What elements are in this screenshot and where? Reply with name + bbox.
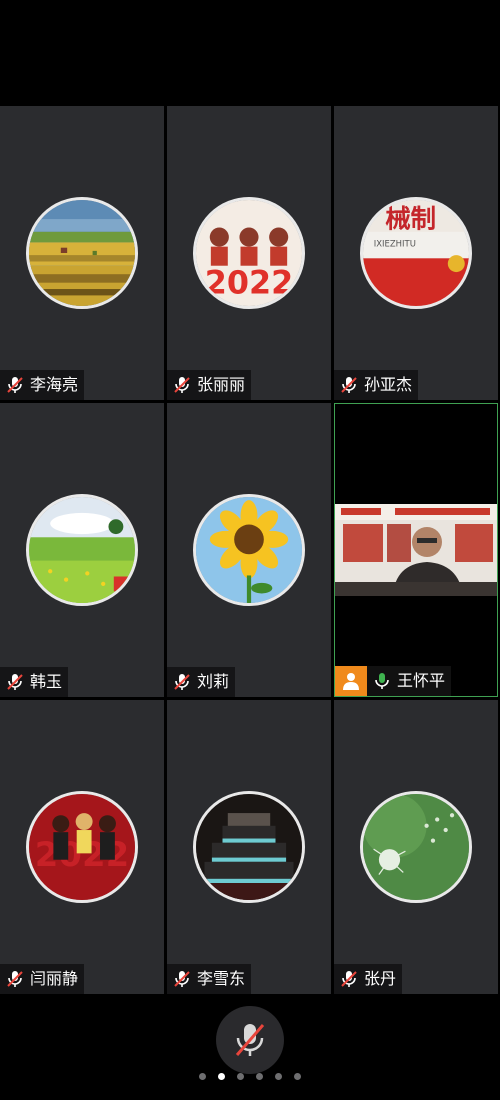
mic-muted-icon bbox=[341, 377, 357, 393]
participant-tile[interactable]: 刘莉 bbox=[167, 403, 331, 697]
participant-tile[interactable]: 韩玉 bbox=[0, 403, 164, 697]
participant-name: 张丽丽 bbox=[197, 375, 246, 394]
participant-namebar: 闫丽静 bbox=[0, 964, 85, 994]
mic-muted-icon bbox=[235, 1024, 265, 1056]
avatar-banner-text: 械制 bbox=[385, 204, 436, 234]
page-dot-current[interactable] bbox=[218, 1072, 225, 1080]
participant-tile[interactable]: 2022 张丽丽 bbox=[167, 106, 331, 400]
participant-tile[interactable]: 张丹 bbox=[334, 700, 498, 994]
participant-name: 韩玉 bbox=[30, 672, 63, 691]
avatar bbox=[26, 494, 138, 606]
participant-namebar: 孙亚杰 bbox=[334, 370, 419, 400]
avatar: 2022 bbox=[193, 197, 305, 309]
avatar-text-2022: 2022 bbox=[205, 264, 294, 301]
avatar bbox=[26, 197, 138, 309]
participant-name: 李海亮 bbox=[30, 375, 79, 394]
participant-namebar: 李海亮 bbox=[0, 370, 85, 400]
video-frame-image bbox=[335, 504, 497, 596]
avatar bbox=[193, 791, 305, 903]
participant-namebar: 王怀平 bbox=[367, 666, 452, 696]
mic-muted-icon bbox=[341, 971, 357, 987]
participant-tile[interactable]: 李雪东 bbox=[167, 700, 331, 994]
field-painting-image bbox=[29, 200, 135, 306]
page-dot[interactable] bbox=[237, 1072, 244, 1080]
user-icon bbox=[335, 666, 367, 696]
participant-name: 张丹 bbox=[364, 969, 397, 988]
mute-toggle-button[interactable] bbox=[216, 1006, 284, 1074]
participant-namebar: 张丹 bbox=[334, 964, 403, 994]
participant-name: 闫丽静 bbox=[30, 969, 79, 988]
mic-muted-icon bbox=[7, 377, 23, 393]
cartoon-2022-red-image: 2022 bbox=[29, 794, 135, 900]
participant-name: 王怀平 bbox=[397, 671, 446, 690]
mic-muted-icon bbox=[174, 971, 190, 987]
mic-muted-icon bbox=[174, 377, 190, 393]
participant-namebar: 张丽丽 bbox=[167, 370, 252, 400]
participant-tile-active-speaker[interactable]: 王怀平 bbox=[334, 403, 498, 697]
page-dot[interactable] bbox=[256, 1072, 263, 1080]
participant-name: 李雪东 bbox=[197, 969, 246, 988]
participant-namebar: 李雪东 bbox=[167, 964, 252, 994]
mic-muted-icon bbox=[7, 674, 23, 690]
birthday-cake-image bbox=[196, 794, 302, 900]
participant-namebar: 刘莉 bbox=[167, 667, 236, 697]
avatar-banner-subtext: IXIEZHITU bbox=[374, 239, 416, 249]
cartoon-2022-image: 2022 bbox=[196, 200, 302, 306]
participant-tile[interactable]: 2022 闫丽静 bbox=[0, 700, 164, 994]
page-dot[interactable] bbox=[294, 1072, 301, 1080]
banner-photo-image: 械制 IXIEZHITU bbox=[363, 200, 469, 306]
video-feed bbox=[335, 504, 497, 596]
page-indicator[interactable] bbox=[0, 1070, 500, 1082]
participant-namebar: 韩玉 bbox=[0, 667, 69, 697]
avatar: 2022 bbox=[26, 791, 138, 903]
participant-tile[interactable]: 械制 IXIEZHITU 孙亚杰 bbox=[334, 106, 498, 400]
mic-active-icon bbox=[375, 673, 389, 689]
mic-muted-icon bbox=[7, 971, 23, 987]
sunflower-image bbox=[196, 497, 302, 603]
participant-name: 孙亚杰 bbox=[364, 375, 413, 394]
avatar bbox=[360, 791, 472, 903]
participant-tile[interactable]: 李海亮 bbox=[0, 106, 164, 400]
page-dot[interactable] bbox=[199, 1072, 206, 1080]
participant-name: 刘莉 bbox=[197, 672, 230, 691]
avatar: 械制 IXIEZHITU bbox=[360, 197, 472, 309]
flower-meadow-image bbox=[29, 497, 135, 603]
dandelion-image bbox=[363, 794, 469, 900]
mic-muted-icon bbox=[174, 674, 190, 690]
page-dot[interactable] bbox=[275, 1072, 282, 1080]
avatar bbox=[193, 494, 305, 606]
